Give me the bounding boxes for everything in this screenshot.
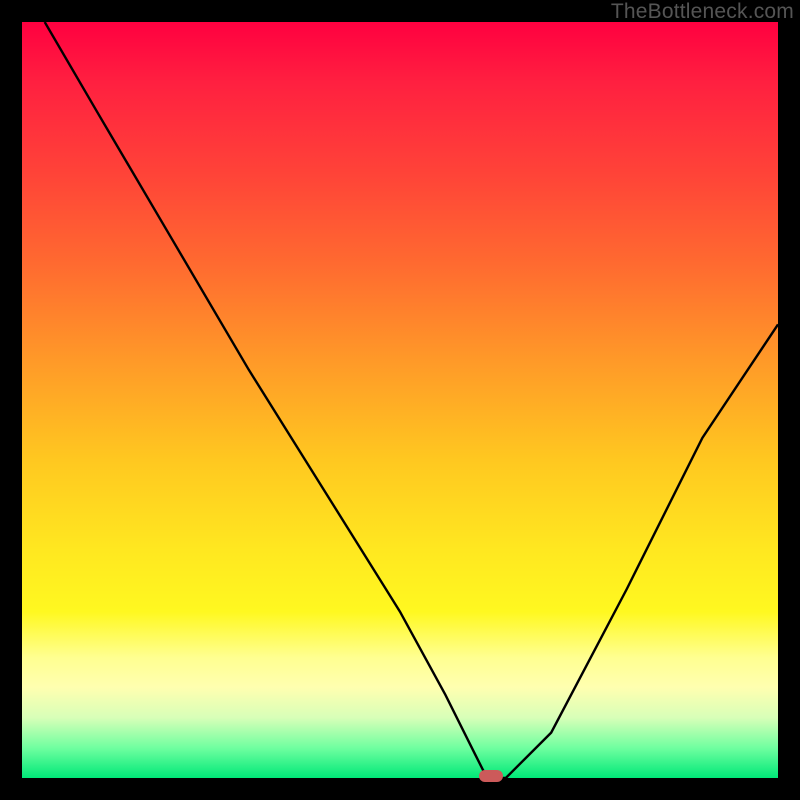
watermark-text: TheBottleneck.com: [611, 0, 794, 24]
plot-area: [22, 22, 778, 778]
bottleneck-curve: [22, 22, 778, 778]
chart-frame: TheBottleneck.com: [0, 0, 800, 800]
optimal-marker: [479, 770, 503, 782]
